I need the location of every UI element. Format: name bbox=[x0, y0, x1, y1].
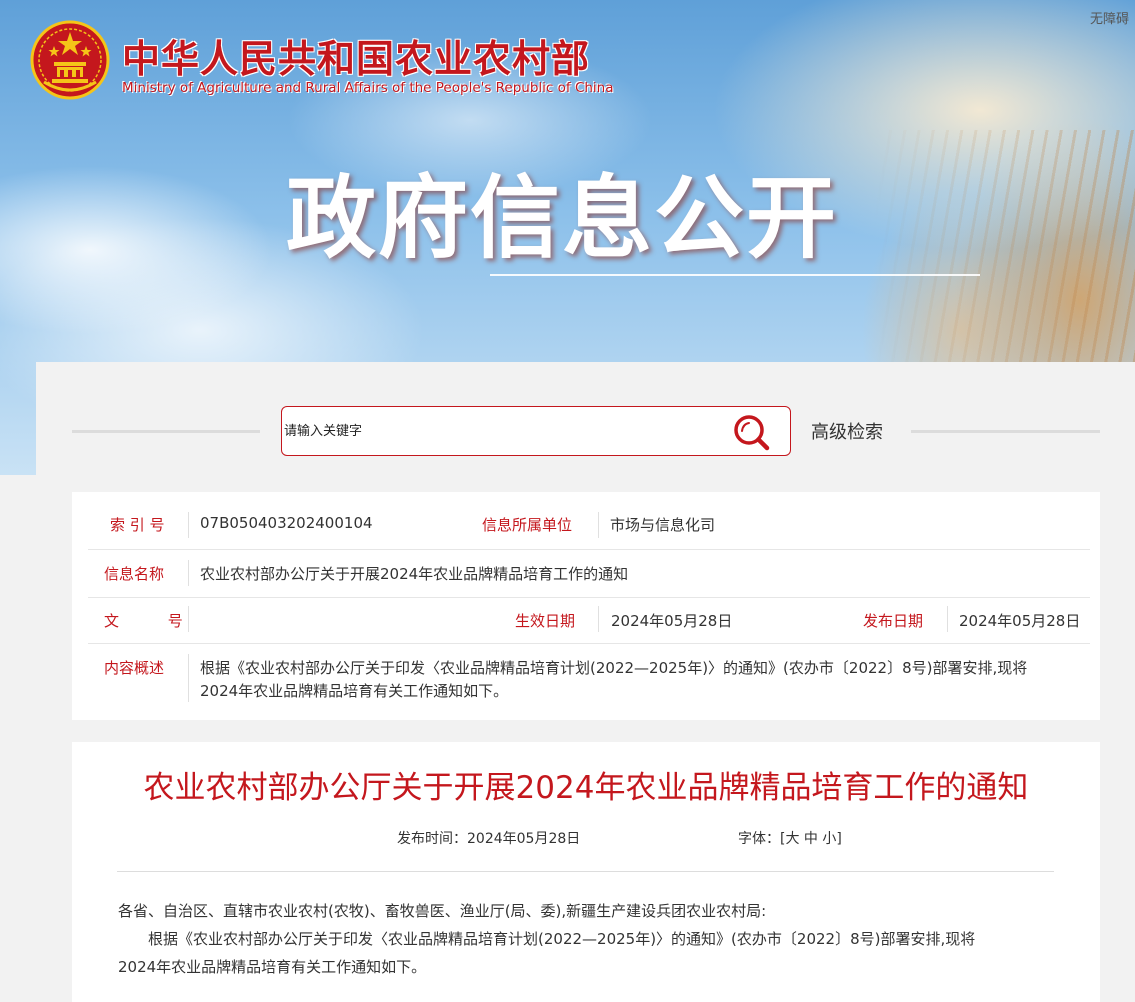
meta-divider bbox=[188, 606, 189, 632]
banner-divider bbox=[490, 274, 980, 276]
publish-time: 发布时间：2024年05月28日 bbox=[397, 831, 581, 847]
font-size-control: 字体：[大 中 小] bbox=[738, 828, 842, 848]
search-box bbox=[281, 406, 791, 456]
summary-text: 根据《农业农村部办公厅关于印发〈农业品牌精品培育计划(2022—2025年)〉的… bbox=[200, 659, 1028, 677]
font-bracket-close: ] bbox=[836, 831, 842, 847]
article-body: 各省、自治区、直辖市农业农村(农牧)、畜牧兽医、渔业厅(局、委),新疆生产建设兵… bbox=[118, 897, 1058, 981]
search-divider-right bbox=[911, 430, 1100, 433]
ministry-name-cn: 中华人民共和国农业农村部 bbox=[122, 36, 591, 81]
search-input[interactable] bbox=[284, 419, 714, 443]
dept-label: 信息所属单位 bbox=[482, 516, 573, 534]
index-value: 07B050403202400104 bbox=[200, 514, 373, 532]
article: 农业农村部办公厅关于开展2024年农业品牌精品培育工作的通知 发布时间：2024… bbox=[72, 742, 1100, 1002]
index-label: 索 引 号 bbox=[110, 516, 165, 534]
paragraph: 2024年农业品牌精品培育有关工作通知如下。 bbox=[118, 958, 427, 976]
name-label: 信息名称 bbox=[104, 565, 165, 583]
wheat-decoration bbox=[875, 130, 1135, 375]
search-icon[interactable] bbox=[732, 413, 772, 451]
meta-divider bbox=[188, 560, 189, 586]
article-divider bbox=[117, 871, 1054, 872]
publish-date-label: 发布日期 bbox=[863, 612, 924, 630]
summary-text: 2024年农业品牌精品培育有关工作通知如下。 bbox=[200, 682, 509, 700]
meta-divider bbox=[188, 654, 189, 702]
banner-title: 政府信息公开 bbox=[286, 166, 838, 271]
meta-divider bbox=[188, 512, 189, 538]
dept-value: 市场与信息化司 bbox=[610, 516, 716, 534]
meta-divider bbox=[598, 512, 599, 538]
meta-row-summary: 内容概述 根据《农业农村部办公厅关于印发〈农业品牌精品培育计划(2022—202… bbox=[88, 644, 1090, 710]
meta-row-name: 信息名称 农业农村部办公厅关于开展2024年农业品牌精品培育工作的通知 bbox=[88, 550, 1090, 598]
font-size-large-button[interactable]: 大 bbox=[785, 831, 799, 847]
publish-date-value: 2024年05月28日 bbox=[959, 612, 1081, 630]
search-bar: 高级检索 bbox=[72, 406, 1100, 458]
doc-number-label: 文 号 bbox=[104, 612, 205, 630]
advanced-search-link[interactable]: 高级检索 bbox=[811, 418, 883, 444]
summary-label: 内容概述 bbox=[104, 659, 165, 677]
meta-row-dates: 文 号 生效日期 2024年05月28日 发布日期 2024年05月28日 bbox=[88, 598, 1090, 644]
meta-row-index: 索 引 号 07B050403202400104 信息所属单位 市场与信息化司 bbox=[88, 504, 1090, 550]
main-panel: 高级检索 索 引 号 07B050403202400104 信息所属单位 市场与… bbox=[36, 362, 1135, 1002]
name-value: 农业农村部办公厅关于开展2024年农业品牌精品培育工作的通知 bbox=[200, 565, 629, 583]
effective-date-value: 2024年05月28日 bbox=[611, 612, 733, 630]
info-meta-table: 索 引 号 07B050403202400104 信息所属单位 市场与信息化司 … bbox=[72, 492, 1100, 720]
article-title: 农业农村部办公厅关于开展2024年农业品牌精品培育工作的通知 bbox=[143, 770, 1029, 806]
meta-divider bbox=[947, 606, 948, 632]
meta-divider bbox=[598, 606, 599, 632]
effective-date-label: 生效日期 bbox=[515, 612, 576, 630]
accessibility-link[interactable]: 无障碍 bbox=[1090, 8, 1129, 27]
paragraph: 根据《农业农村部办公厅关于印发〈农业品牌精品培育计划(2022—2025年)〉的… bbox=[148, 930, 976, 948]
font-size-label: 字体： bbox=[738, 831, 780, 847]
search-divider-left bbox=[72, 430, 260, 433]
font-size-medium-button[interactable]: 中 bbox=[804, 831, 818, 847]
salutation: 各省、自治区、直辖市农业农村(农牧)、畜牧兽医、渔业厅(局、委),新疆生产建设兵… bbox=[118, 902, 767, 920]
font-size-small-button[interactable]: 小 bbox=[822, 831, 836, 847]
ministry-name-en: Ministry of Agriculture and Rural Affair… bbox=[122, 80, 614, 96]
national-emblem-icon bbox=[30, 20, 110, 100]
